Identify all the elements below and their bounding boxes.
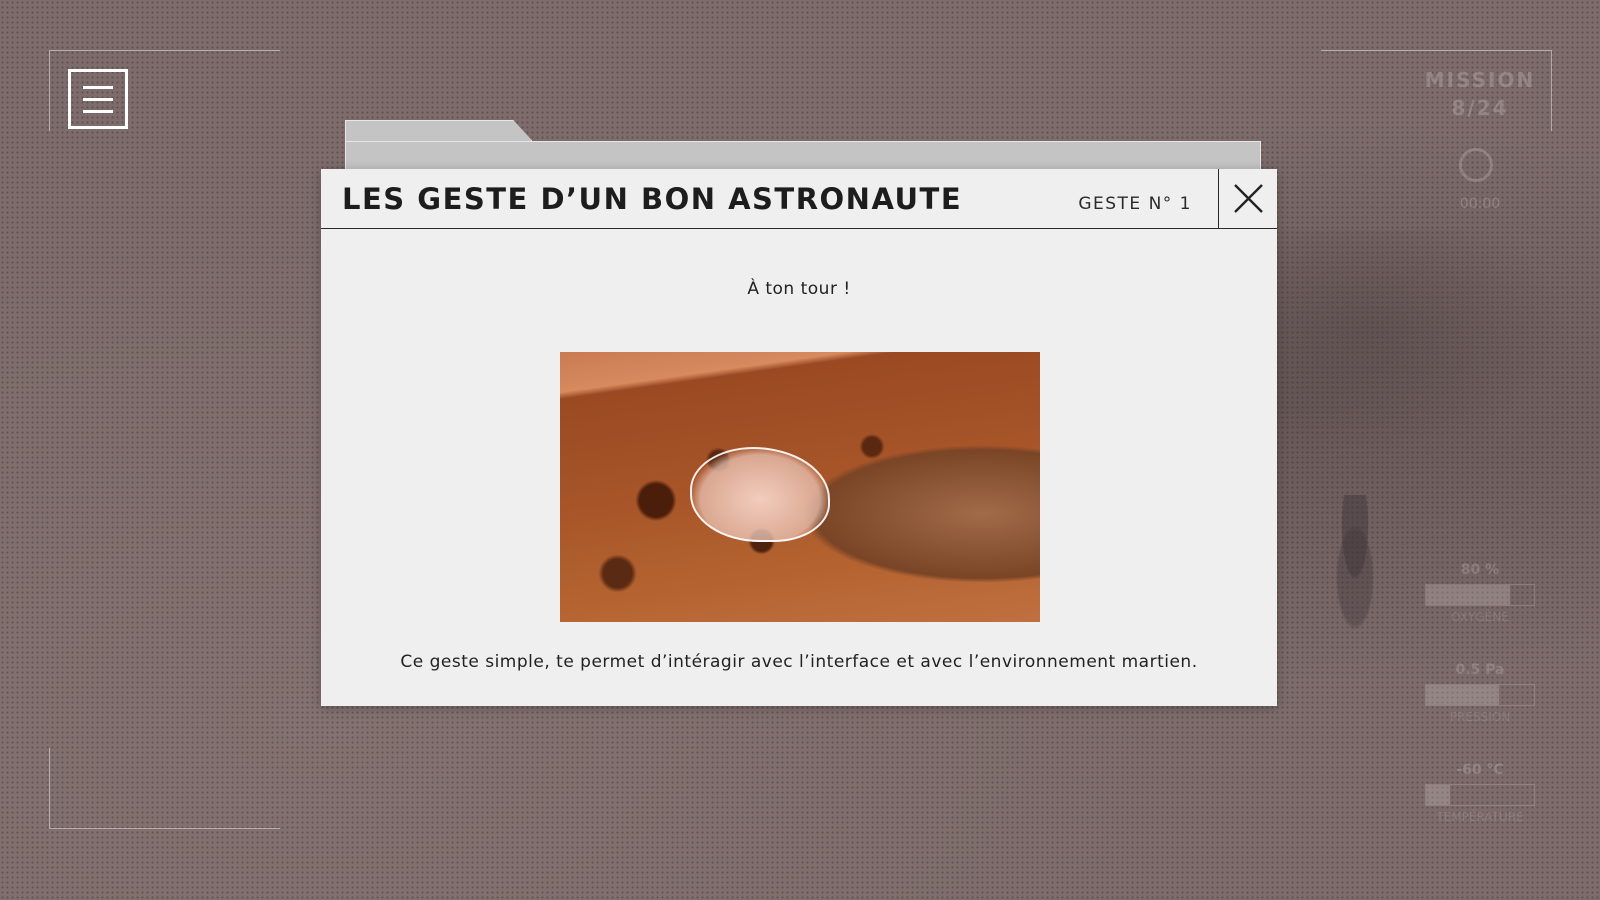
mars-terrain-image — [560, 352, 1040, 622]
modal-title: LES GESTE D’UN BON ASTRONAUTE — [342, 182, 963, 216]
tutorial-modal: LES GESTE D’UN BON ASTRONAUTE GESTE N° 1… — [321, 169, 1277, 706]
gesture-number: GESTE N° 1 — [1078, 194, 1192, 214]
meter-value: 0.5 Pa — [1455, 662, 1505, 678]
description-text: Ce geste simple, te permet d’intéragir a… — [400, 652, 1198, 672]
oxygen-meter: 80 % OXYGÈNE — [1425, 562, 1535, 624]
pressure-meter: 0.5 Pa PRESSION — [1425, 662, 1535, 724]
tappable-rock-highlight[interactable] — [690, 447, 830, 542]
modal-header: LES GESTE D’UN BON ASTRONAUTE GESTE N° 1 — [321, 169, 1277, 229]
temperature-meter: -60 °C TEMPÉRATURE — [1425, 762, 1535, 824]
meter-track — [1425, 584, 1535, 606]
meter-track — [1425, 684, 1535, 706]
close-button[interactable] — [1218, 169, 1277, 228]
meter-label: TEMPÉRATURE — [1436, 810, 1524, 824]
meter-fill — [1426, 685, 1500, 705]
mission-counter: MISSION 8/24 — [1424, 68, 1536, 120]
meter-value: 80 % — [1460, 562, 1500, 578]
clock-icon — [1459, 148, 1493, 182]
menu-button[interactable] — [68, 69, 128, 129]
frame-corner-bottom-left — [49, 748, 280, 829]
background-rock-silhouette — [1270, 230, 1600, 470]
close-icon — [1234, 184, 1263, 213]
meter-fill — [1426, 585, 1511, 605]
meter-value: -60 °C — [1456, 762, 1504, 778]
timer-value: 00:00 — [1459, 196, 1501, 212]
meter-label: OXYGÈNE — [1451, 610, 1509, 624]
meter-track — [1425, 784, 1535, 806]
meter-fill — [1426, 785, 1450, 805]
astronaut-silhouette — [1325, 495, 1385, 645]
meter-label: PRESSION — [1449, 710, 1511, 724]
prompt-text: À ton tour ! — [747, 279, 851, 299]
